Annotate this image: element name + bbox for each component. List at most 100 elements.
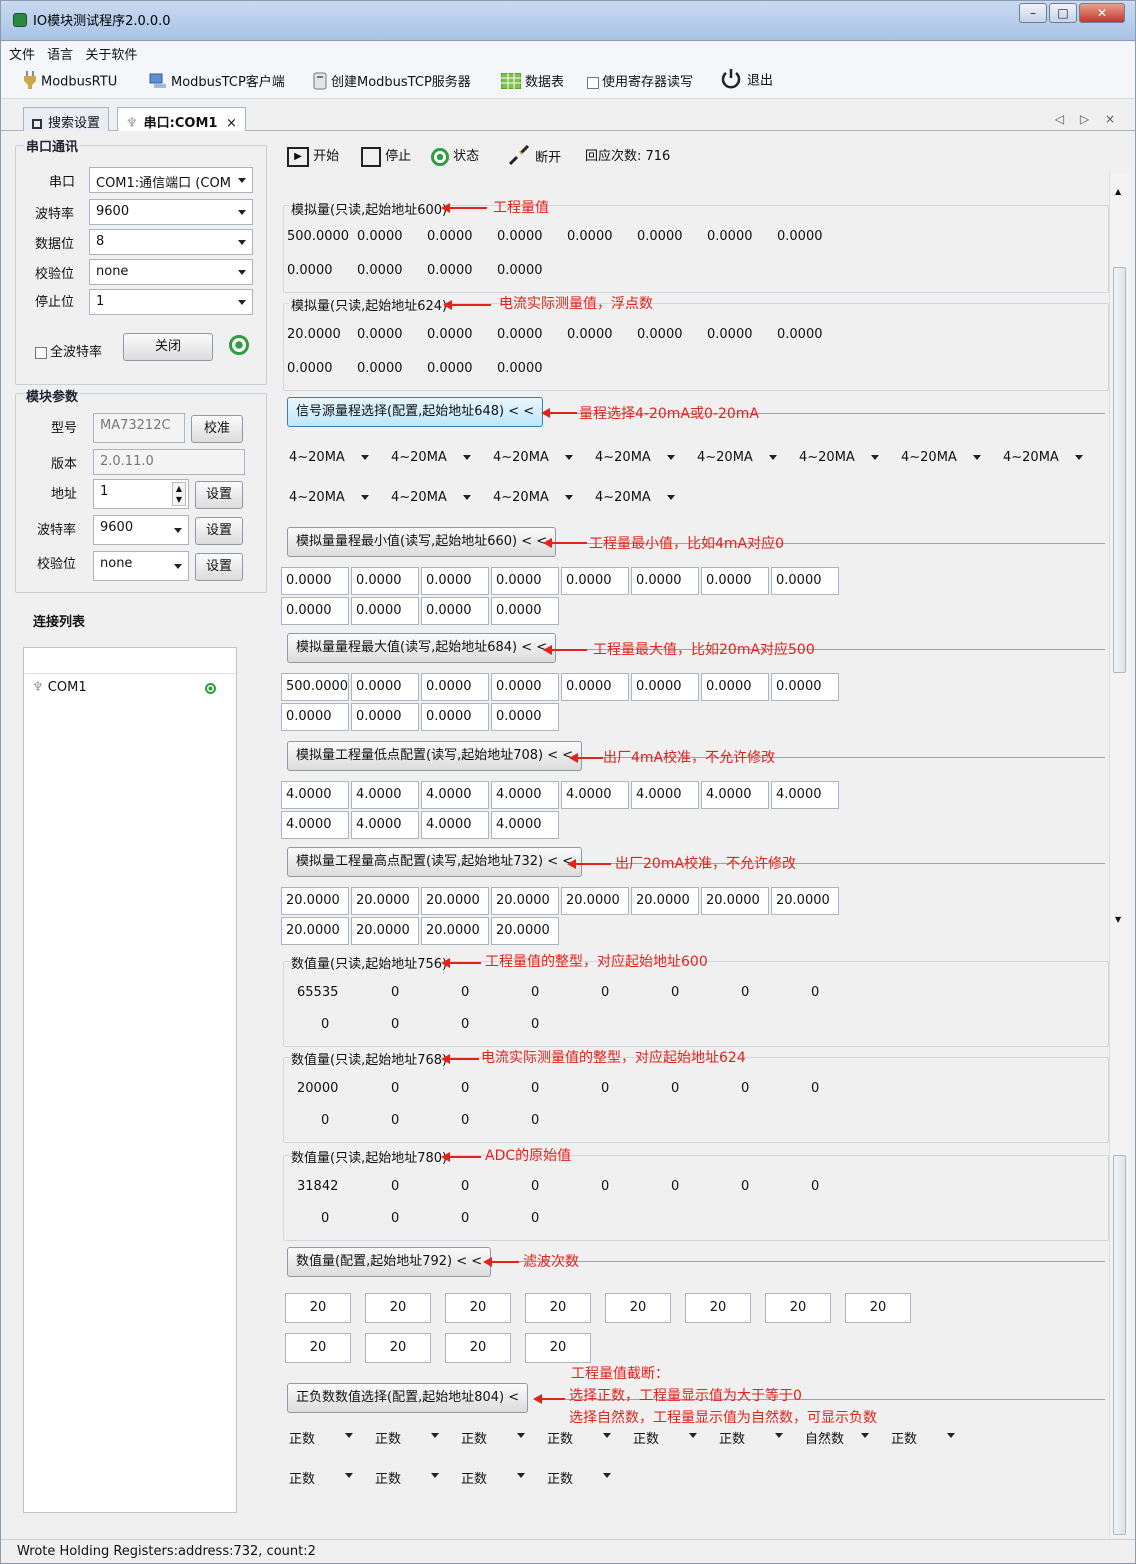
range-select[interactable]: 正数 xyxy=(283,1463,359,1491)
value-input[interactable]: 0.0000 xyxy=(701,673,769,701)
range-select[interactable]: 4~20MA xyxy=(487,445,579,473)
value-input[interactable]: 4.0000 xyxy=(421,781,489,809)
range-select[interactable]: 正数 xyxy=(455,1423,531,1451)
range-select[interactable]: 4~20MA xyxy=(385,445,477,473)
use-register-checkbox[interactable]: 使用寄存器读写 xyxy=(587,71,693,90)
filter-count-input[interactable]: 20 xyxy=(445,1333,511,1363)
module-baud-select[interactable]: 9600 xyxy=(93,515,189,545)
value-input[interactable]: 0.0000 xyxy=(351,673,419,701)
filter-count-input[interactable]: 20 xyxy=(605,1293,671,1323)
value-input[interactable]: 20.0000 xyxy=(561,887,629,915)
value-input[interactable]: 4.0000 xyxy=(351,781,419,809)
datatable-button[interactable]: 数据表 xyxy=(500,71,564,93)
sign-select-804-button[interactable]: 正负数数值选择(配置,起始地址804) < xyxy=(287,1383,529,1413)
value-input[interactable]: 20.0000 xyxy=(281,887,349,915)
maximize-button[interactable]: □ xyxy=(1049,3,1077,23)
port-select[interactable]: COM1:通信端口 (COM xyxy=(89,167,253,193)
value-input[interactable]: 0.0000 xyxy=(421,673,489,701)
value-input[interactable]: 0.0000 xyxy=(351,597,419,625)
disconnect-button[interactable]: 断开 xyxy=(507,144,561,171)
close-window-button[interactable]: ✕ xyxy=(1079,3,1125,23)
value-input[interactable]: 4.0000 xyxy=(561,781,629,809)
range-select[interactable]: 正数 xyxy=(283,1423,359,1451)
value-input[interactable]: 20.0000 xyxy=(351,917,419,945)
range-select[interactable]: 4~20MA xyxy=(589,485,681,513)
parity-select[interactable]: none xyxy=(89,259,253,285)
range-select[interactable]: 4~20MA xyxy=(691,445,783,473)
scrollbar-thumb-lower[interactable] xyxy=(1113,1155,1126,1535)
filter-count-input[interactable]: 20 xyxy=(845,1293,911,1323)
menu-about[interactable]: 关于软件 xyxy=(85,41,137,63)
range-select[interactable]: 4~20MA xyxy=(997,445,1089,473)
filter-792-button[interactable]: 数值量(配置,起始地址792) < < xyxy=(287,1247,492,1277)
all-baud-checkbox[interactable]: 全波特率 xyxy=(35,341,102,360)
tab-search-settings[interactable]: 搜索设置 xyxy=(23,107,110,131)
stopbits-select[interactable]: 1 xyxy=(89,289,253,315)
range-select[interactable]: 正数 xyxy=(885,1423,961,1451)
value-input[interactable]: 0.0000 xyxy=(631,673,699,701)
range-select[interactable]: 4~20MA xyxy=(487,485,579,513)
value-input[interactable]: 4.0000 xyxy=(491,811,559,839)
filter-count-input[interactable]: 20 xyxy=(365,1333,431,1363)
tab-close-icon[interactable]: × xyxy=(226,116,237,131)
value-input[interactable]: 4.0000 xyxy=(351,811,419,839)
range-select[interactable]: 正数 xyxy=(541,1463,617,1491)
value-input[interactable]: 0.0000 xyxy=(351,703,419,731)
value-input[interactable]: 4.0000 xyxy=(281,781,349,809)
value-input[interactable]: 20.0000 xyxy=(771,887,839,915)
set-parity-button[interactable]: 设置 xyxy=(195,553,243,581)
range-select[interactable]: 正数 xyxy=(455,1463,531,1491)
range-select[interactable]: 正数 xyxy=(369,1423,445,1451)
value-input[interactable]: 20.0000 xyxy=(701,887,769,915)
range-max-684-button[interactable]: 模拟量量程最大值(读写,起始地址684) < < xyxy=(287,633,557,663)
stop-button[interactable]: 停止 xyxy=(361,145,411,167)
filter-count-input[interactable]: 20 xyxy=(365,1293,431,1323)
value-input[interactable]: 0.0000 xyxy=(281,567,349,595)
value-input[interactable]: 0.0000 xyxy=(491,703,559,731)
value-input[interactable]: 20.0000 xyxy=(421,917,489,945)
filter-count-input[interactable]: 20 xyxy=(765,1293,831,1323)
modbus-rtu-button[interactable]: ModbusRTU xyxy=(23,71,117,93)
high-point-732-button[interactable]: 模拟量工程量高点配置(读写,起始地址732) < < xyxy=(287,847,583,877)
tab-com1[interactable]: ♆ 串口:COM1 × xyxy=(117,107,246,131)
value-input[interactable]: 4.0000 xyxy=(281,811,349,839)
range-select[interactable]: 正数 xyxy=(713,1423,789,1451)
range-min-660-button[interactable]: 模拟量量程最小值(读写,起始地址660) < < xyxy=(287,527,557,557)
menu-language[interactable]: 语言 xyxy=(47,41,73,63)
value-input[interactable]: 0.0000 xyxy=(771,673,839,701)
value-input[interactable]: 0.0000 xyxy=(701,567,769,595)
filter-count-input[interactable]: 20 xyxy=(525,1293,591,1323)
value-input[interactable]: 4.0000 xyxy=(491,781,559,809)
value-input[interactable]: 0.0000 xyxy=(491,597,559,625)
scroll-down-icon[interactable]: ▼ xyxy=(1115,915,1121,924)
range-select[interactable]: 4~20MA xyxy=(283,485,375,513)
set-baud-button[interactable]: 设置 xyxy=(195,517,243,545)
value-input[interactable]: 0.0000 xyxy=(561,673,629,701)
value-input[interactable]: 20.0000 xyxy=(281,917,349,945)
value-input[interactable]: 4.0000 xyxy=(771,781,839,809)
databits-select[interactable]: 8 xyxy=(89,229,253,255)
set-address-button[interactable]: 设置 xyxy=(195,481,243,509)
value-input[interactable]: 0.0000 xyxy=(351,567,419,595)
menu-file[interactable]: 文件 xyxy=(9,41,35,63)
value-input[interactable]: 20.0000 xyxy=(631,887,699,915)
range-select[interactable]: 4~20MA xyxy=(895,445,987,473)
value-input[interactable]: 0.0000 xyxy=(421,567,489,595)
filter-count-input[interactable]: 20 xyxy=(685,1293,751,1323)
range-select[interactable]: 正数 xyxy=(541,1423,617,1451)
low-point-708-button[interactable]: 模拟量工程量低点配置(读写,起始地址708) < < xyxy=(287,741,583,771)
range-select[interactable]: 自然数 xyxy=(799,1423,875,1451)
value-input[interactable]: 0.0000 xyxy=(421,703,489,731)
value-input[interactable]: 0.0000 xyxy=(561,567,629,595)
close-port-button[interactable]: 关闭 xyxy=(123,333,213,361)
value-input[interactable]: 0.0000 xyxy=(421,597,489,625)
value-input[interactable]: 20.0000 xyxy=(351,887,419,915)
filter-count-input[interactable]: 20 xyxy=(445,1293,511,1323)
value-input[interactable]: 0.0000 xyxy=(281,703,349,731)
scrollbar-thumb[interactable] xyxy=(1113,267,1126,673)
range-select[interactable]: 4~20MA xyxy=(793,445,885,473)
value-input[interactable]: 20.0000 xyxy=(491,887,559,915)
address-stepper[interactable]: 1 ▲ ▼ xyxy=(93,479,189,509)
stepper-arrows-icon[interactable]: ▲ ▼ xyxy=(172,482,186,506)
value-input[interactable]: 20.0000 xyxy=(491,917,559,945)
